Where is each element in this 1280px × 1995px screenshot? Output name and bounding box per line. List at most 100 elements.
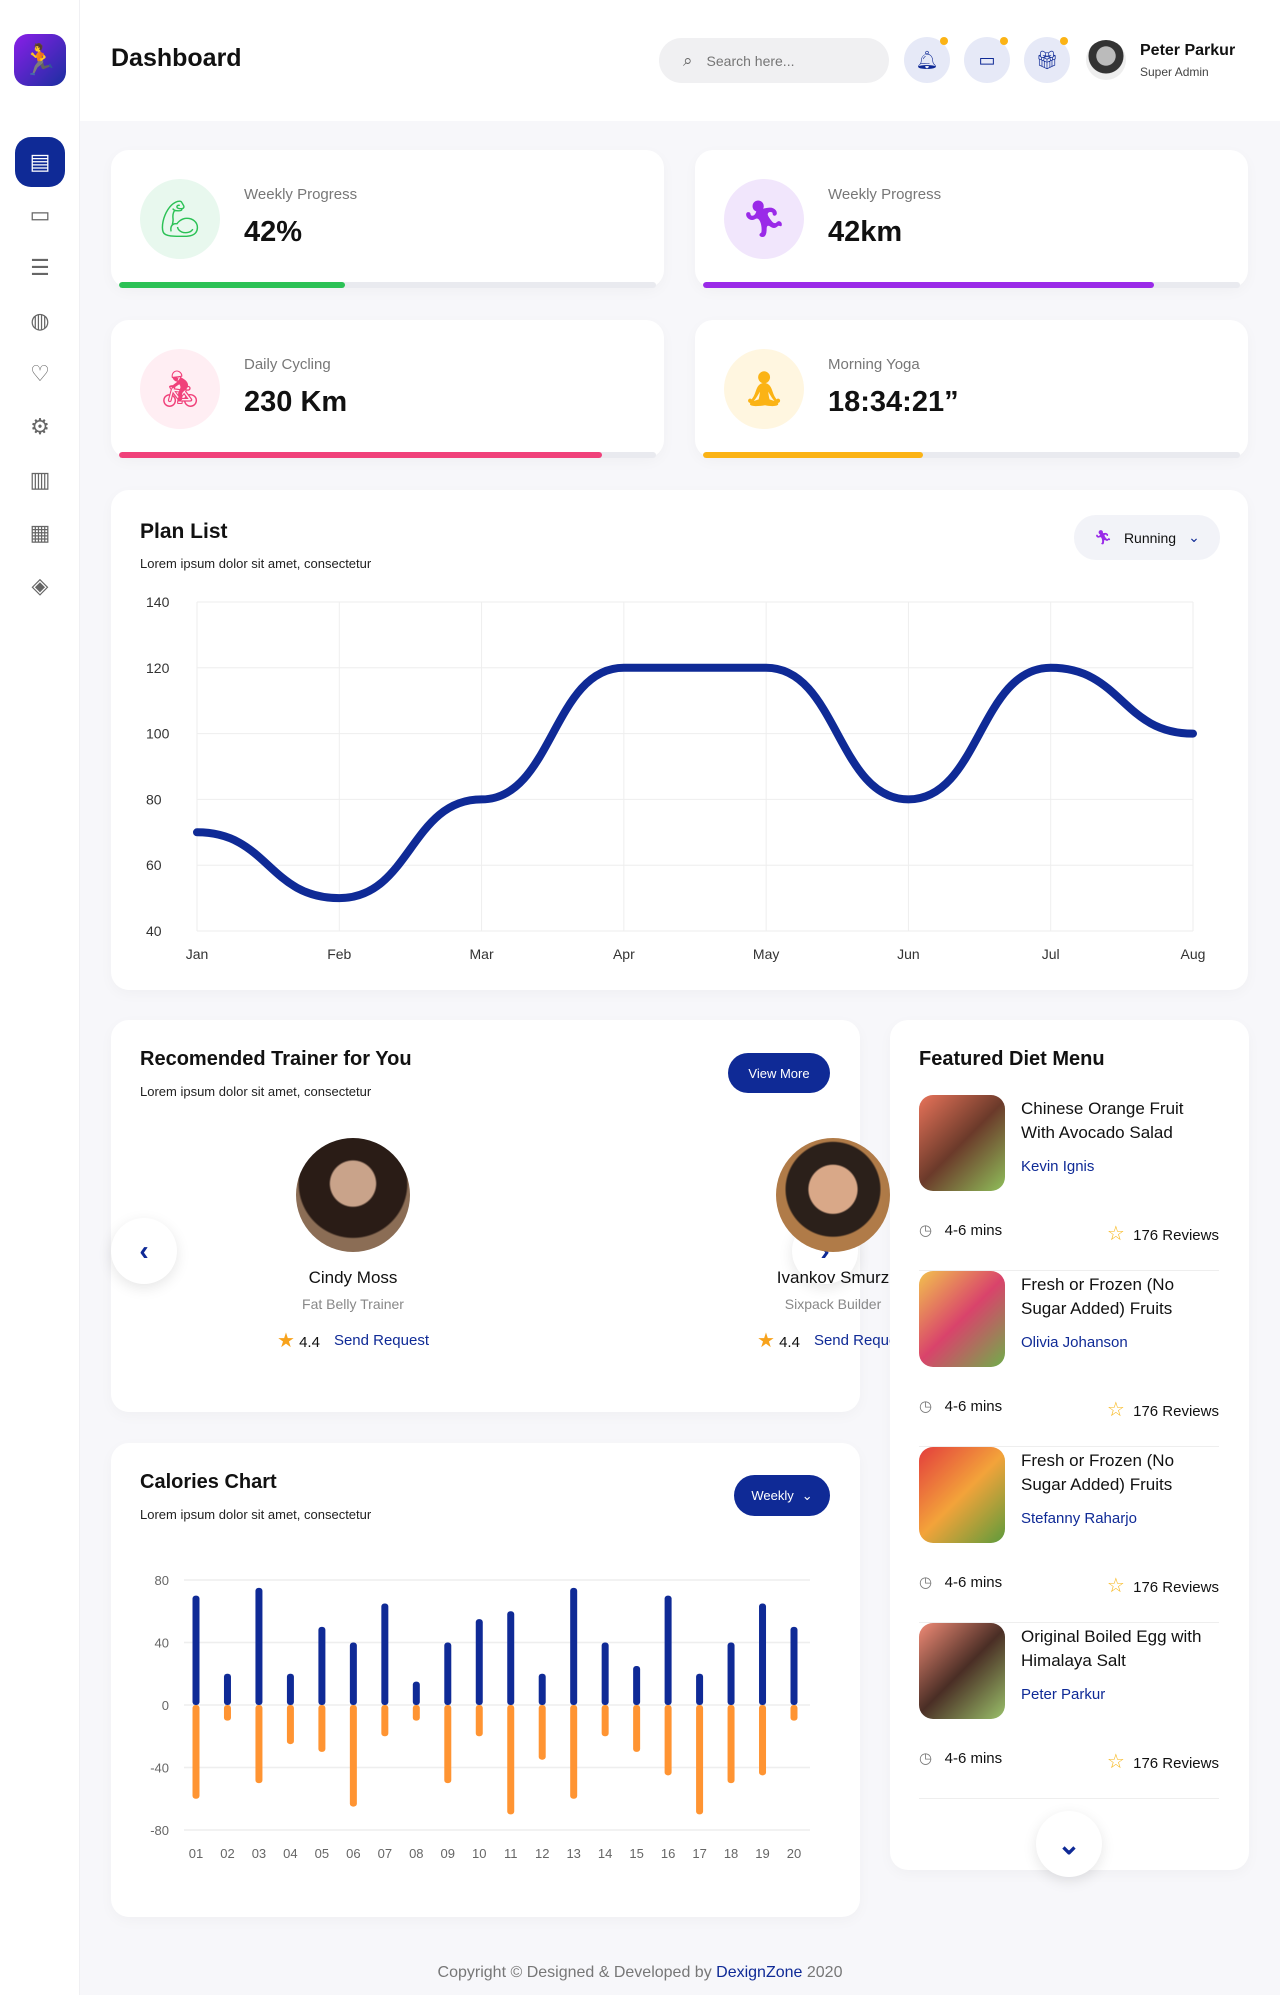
page-title: Dashboard [111,44,242,72]
x-tick-label: 05 [315,1846,329,1861]
x-tick-label: 06 [346,1846,360,1861]
chevron-left-icon: ‹ [139,1235,149,1266]
x-tick-label: 03 [252,1846,266,1861]
diet-author[interactable]: Olivia Johanson [1021,1334,1128,1351]
calorie-bar-positive [696,1673,704,1705]
sidebar-item-globe[interactable]: ◍ [15,296,65,346]
diet-title[interactable]: Chinese Orange Fruit With Avocado Salad [1021,1097,1221,1145]
diet-item[interactable]: Fresh or Frozen (No Sugar Added) Fruits … [919,1271,1219,1447]
x-tick-label: 19 [755,1846,769,1861]
stat-progress-fill [703,452,924,458]
diet-author[interactable]: Peter Parkur [1021,1686,1105,1703]
sidebar: 🏃 ▤ ▭ ☰ ◍ ♡ ⚙ ▥ ▦ ◈ [0,0,80,1995]
x-tick-label: May [753,946,779,962]
calorie-bar-positive [286,1673,294,1705]
avatar[interactable] [1086,40,1126,80]
send-request-link[interactable]: Send Request [334,1332,429,1349]
x-tick-label: 07 [378,1846,392,1861]
calorie-bar-positive [381,1603,389,1705]
star-outline-icon: ☆ [1106,1751,1125,1773]
search-box[interactable]: ⌕ [659,38,889,83]
y-tick-label: 80 [146,791,162,807]
settings-icon: ⚙ [30,414,50,439]
diet-author[interactable]: Stefanny Raharjo [1021,1510,1137,1527]
x-tick-label: 08 [409,1846,423,1861]
prev-trainer-button[interactable]: ‹ [111,1218,177,1284]
sidebar-item-heart[interactable]: ♡ [15,349,65,399]
sidebar-item-settings[interactable]: ⚙ [15,402,65,452]
clock-icon: ◷ [919,1398,933,1415]
star-icon: ★ [276,1330,295,1352]
calorie-bar-positive [601,1642,609,1705]
cycling-icon: 🚴︎ [140,349,220,429]
sidebar-item-layers[interactable]: ◈ [15,561,65,611]
calorie-bar-positive [507,1611,515,1705]
diet-item[interactable]: Original Boiled Egg with Himalaya Salt P… [919,1623,1219,1799]
messages-button[interactable]: ▭ [964,37,1010,83]
stat-card: 🏃︎ Weekly Progress 42km [695,150,1248,288]
view-more-button[interactable]: View More [728,1053,830,1093]
x-tick-label: Jul [1042,946,1060,962]
footer-text: Copyright © Designed & Developed by [437,1964,717,1981]
diet-title[interactable]: Original Boiled Egg with Himalaya Salt [1021,1625,1221,1673]
user-name: Peter Parkur [1140,42,1236,59]
diet-time: 4-6 mins [944,1750,1003,1767]
sidebar-item-dashboard[interactable]: ▤ [15,137,65,187]
calorie-bar-negative [664,1705,672,1776]
clock-icon: ◷ [919,1750,933,1767]
x-tick-label: 09 [441,1846,455,1861]
x-tick-label: Apr [613,946,635,962]
diet-author[interactable]: Kevin Ignis [1021,1158,1094,1175]
diet-card: Featured Diet Menu Chinese Orange Fruit … [890,1020,1249,1877]
sidebar-item-sliders[interactable]: ☰ [15,243,65,293]
calorie-bar-negative [318,1705,326,1752]
stat-card: 💪︎ Weekly Progress 42% [111,150,664,288]
y-tick-label: 40 [155,1636,169,1651]
sidebar-item-report[interactable]: ▥ [15,455,65,505]
footer-brand-link[interactable]: DexignZone [716,1964,802,1981]
gift-icon: 🎁︎ [1035,49,1059,70]
calorie-bar-negative [192,1705,200,1799]
x-tick-label: 17 [692,1846,706,1861]
calorie-bar-positive [318,1626,326,1705]
diet-item[interactable]: Chinese Orange Fruit With Avocado Salad … [919,1095,1219,1271]
chevron-down-icon: ⌄ [1057,1828,1081,1860]
report-icon: ▥ [29,467,51,492]
x-tick-label: 02 [220,1846,234,1861]
chat-icon: ▭ [978,49,996,70]
footer: Copyright © Designed & Developed by Dexi… [0,1964,1280,1982]
calorie-bar-positive [759,1603,767,1705]
calorie-bar-positive [255,1587,263,1705]
search-input[interactable] [706,52,857,69]
notification-bell-button[interactable]: 🔔︎ [904,37,950,83]
sidebar-item-finance[interactable]: ▦ [15,508,65,558]
diet-title: Featured Diet Menu [919,1048,1105,1070]
diet-title[interactable]: Fresh or Frozen (No Sugar Added) Fruits [1021,1273,1221,1321]
diet-title[interactable]: Fresh or Frozen (No Sugar Added) Fruits [1021,1449,1221,1497]
calorie-bar-negative [507,1705,515,1815]
y-tick-label: -40 [150,1761,169,1776]
trainer-photo [296,1138,410,1252]
trainer-rating: 4.4 [299,1334,320,1351]
calorie-bar-positive [412,1681,420,1705]
stat-value: 18:34:21” [828,386,959,418]
scroll-down-button[interactable]: ⌄ [1036,1811,1102,1877]
trainer-subtitle: Lorem ipsum dolor sit amet, consectetur [140,1084,372,1099]
calorie-bar-negative [381,1705,389,1737]
x-tick-label: Jan [186,946,209,962]
sidebar-item-monitor[interactable]: ▭ [15,190,65,240]
diet-reviews: 176 Reviews [1133,1579,1219,1596]
calorie-bar-negative [444,1705,452,1784]
logo-running-icon[interactable]: 🏃 [14,34,66,86]
y-tick-label: 120 [146,660,170,676]
y-tick-label: 40 [146,923,162,939]
stat-progress-bar [119,452,656,458]
trainer-title: Recomended Trainer for You [140,1048,412,1070]
diet-item[interactable]: Fresh or Frozen (No Sugar Added) Fruits … [919,1447,1219,1623]
diet-time: 4-6 mins [944,1398,1003,1415]
sliders-icon: ☰ [30,255,50,280]
calorie-bar-positive [538,1673,546,1705]
gifts-button[interactable]: 🎁︎ [1024,37,1070,83]
monitor-icon: ▭ [29,202,51,227]
diet-time: 4-6 mins [944,1574,1003,1591]
